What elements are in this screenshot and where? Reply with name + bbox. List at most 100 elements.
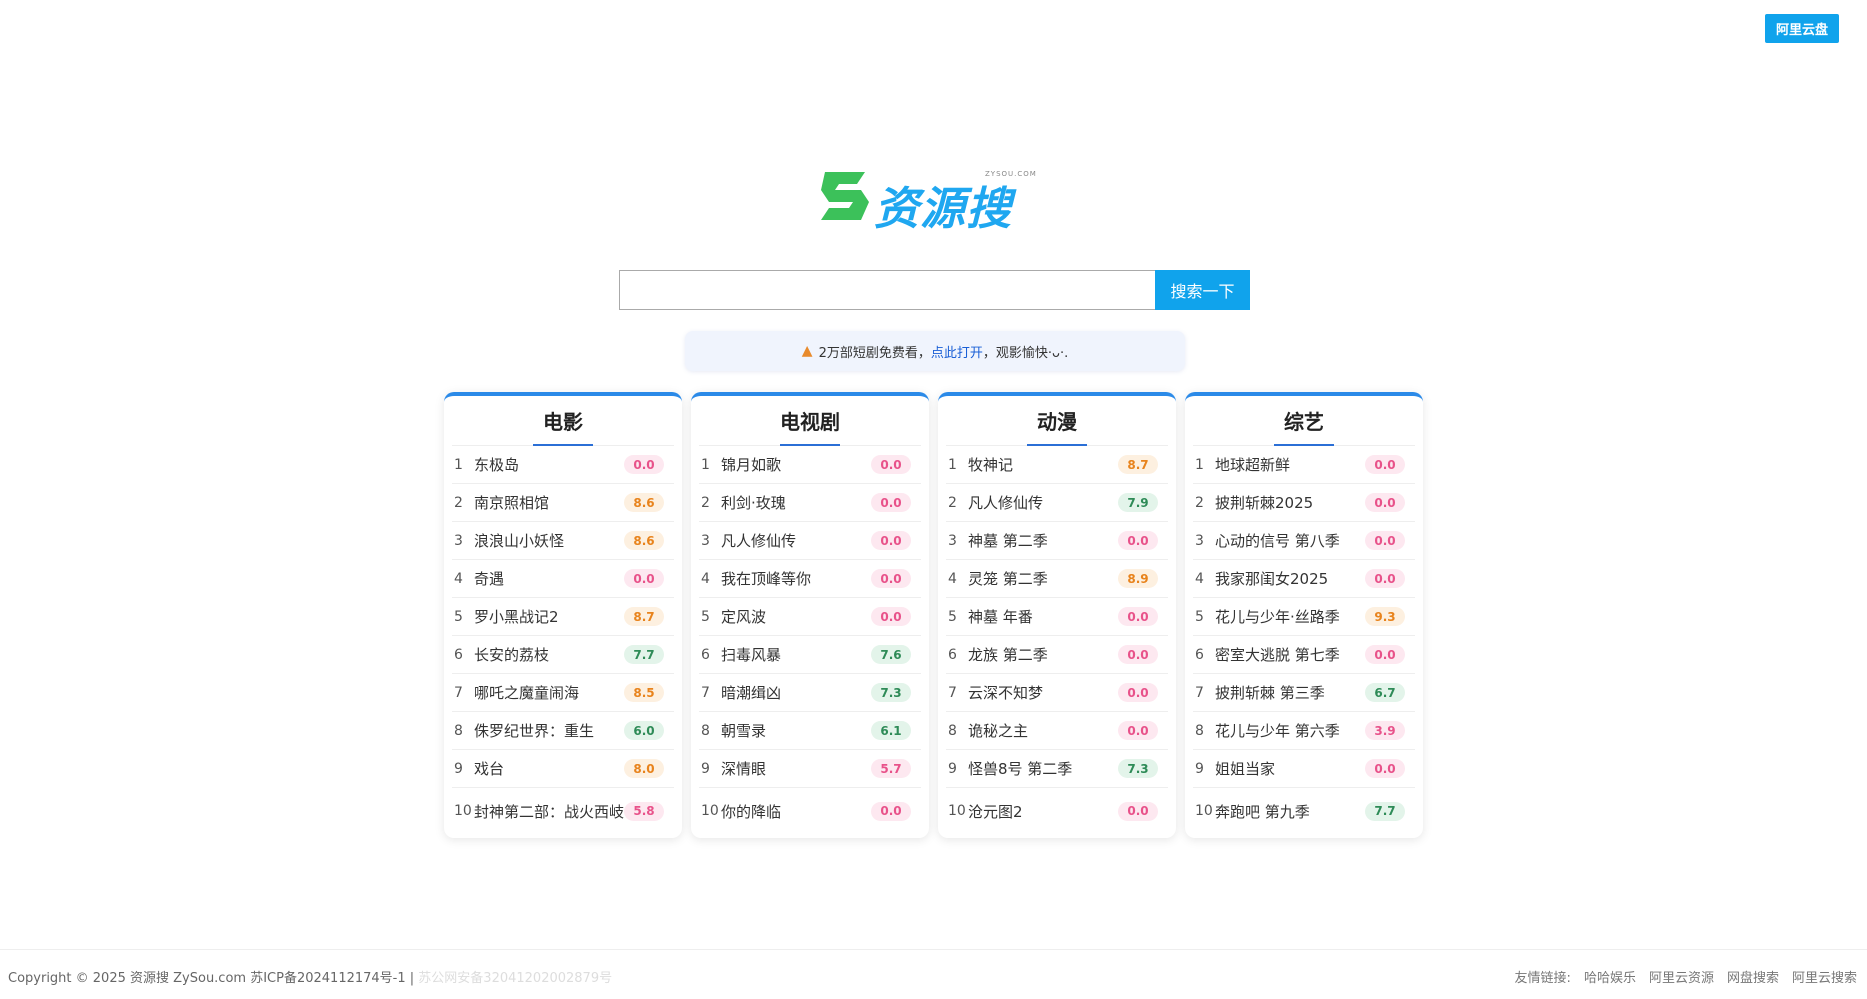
aliyun-drive-button[interactable]: 阿里云盘 — [1764, 14, 1839, 43]
ranking-item[interactable]: 1 牧神记 8.7 — [946, 446, 1168, 484]
ranking-item[interactable]: 9 戏台 8.0 — [452, 750, 674, 788]
item-title[interactable]: 沧元图2 — [968, 801, 1118, 822]
item-title[interactable]: 花儿与少年·丝路季 — [1215, 606, 1365, 627]
item-title[interactable]: 龙族 第二季 — [968, 644, 1118, 665]
search-bar: 搜索一下 — [619, 270, 1250, 310]
item-title[interactable]: 你的降临 — [721, 801, 871, 822]
ranking-item[interactable]: 6 龙族 第二季 0.0 — [946, 636, 1168, 674]
ranking-item[interactable]: 4 灵笼 第二季 8.9 — [946, 560, 1168, 598]
friend-link-aliyun-resource[interactable]: 阿里云资源 — [1649, 967, 1714, 986]
score-badge: 0.0 — [1118, 607, 1158, 626]
friend-link-pan-search[interactable]: 网盘搜索 — [1727, 967, 1779, 986]
ranking-item[interactable]: 2 利剑·玫瑰 0.0 — [699, 484, 921, 522]
item-title[interactable]: 披荆斩棘2025 — [1215, 492, 1365, 513]
ranking-item[interactable]: 4 我家那闺女2025 0.0 — [1193, 560, 1415, 598]
item-title[interactable]: 扫毒风暴 — [721, 644, 871, 665]
rank-number: 9 — [454, 760, 463, 777]
ranking-item[interactable]: 2 披荆斩棘2025 0.0 — [1193, 484, 1415, 522]
ranking-item[interactable]: 9 姐姐当家 0.0 — [1193, 750, 1415, 788]
item-title[interactable]: 罗小黑战记2 — [474, 606, 624, 627]
item-title[interactable]: 我在顶峰等你 — [721, 568, 871, 589]
ranking-item[interactable]: 5 神墓 年番 0.0 — [946, 598, 1168, 636]
item-title[interactable]: 密室大逃脱 第七季 — [1215, 644, 1365, 665]
item-title[interactable]: 灵笼 第二季 — [968, 568, 1118, 589]
item-title[interactable]: 凡人修仙传 — [968, 492, 1118, 513]
score-badge: 0.0 — [871, 493, 911, 512]
item-title[interactable]: 神墓 第二季 — [968, 530, 1118, 551]
ranking-item[interactable]: 7 披荆斩棘 第三季 6.7 — [1193, 674, 1415, 712]
item-title[interactable]: 云深不知梦 — [968, 682, 1118, 703]
item-title[interactable]: 深情眼 — [721, 758, 871, 779]
ranking-item[interactable]: 10 封神第二部：战火西岐 5.8 — [452, 788, 674, 834]
item-title[interactable]: 南京照相馆 — [474, 492, 624, 513]
friend-link-aliyun-search[interactable]: 阿里云搜索 — [1792, 967, 1857, 986]
item-title[interactable]: 暗潮缉凶 — [721, 682, 871, 703]
item-title[interactable]: 哪吒之魔童闹海 — [474, 682, 624, 703]
item-title[interactable]: 凡人修仙传 — [721, 530, 871, 551]
ranking-item[interactable]: 2 凡人修仙传 7.9 — [946, 484, 1168, 522]
ranking-item[interactable]: 6 扫毒风暴 7.6 — [699, 636, 921, 674]
icp-link[interactable]: 苏ICP备2024112174号-1 | — [250, 971, 414, 986]
ranking-item[interactable]: 8 诡秘之主 0.0 — [946, 712, 1168, 750]
site-logo[interactable]: ZYSOU.COM 资源搜 — [817, 168, 1053, 235]
gongan-link[interactable]: 苏公网安备32041202002879号 — [418, 971, 612, 986]
ranking-item[interactable]: 1 东极岛 0.0 — [452, 446, 674, 484]
ranking-item[interactable]: 10 沧元图2 0.0 — [946, 788, 1168, 834]
score-badge: 6.0 — [624, 721, 664, 740]
ranking-item[interactable]: 4 奇遇 0.0 — [452, 560, 674, 598]
item-title[interactable]: 东极岛 — [474, 454, 624, 475]
ranking-item[interactable]: 8 花儿与少年 第六季 3.9 — [1193, 712, 1415, 750]
friend-link-haha[interactable]: 哈哈娱乐 — [1584, 967, 1636, 986]
item-title[interactable]: 花儿与少年 第六季 — [1215, 720, 1365, 741]
item-title[interactable]: 地球超新鲜 — [1215, 454, 1365, 475]
notice-open-link[interactable]: 点此打开 — [931, 342, 983, 361]
item-title[interactable]: 锦月如歌 — [721, 454, 871, 475]
ranking-item[interactable]: 8 朝雪录 6.1 — [699, 712, 921, 750]
footer: Copyright © 2025 资源搜 ZySou.com 苏ICP备2024… — [0, 949, 1867, 999]
item-title[interactable]: 姐姐当家 — [1215, 758, 1365, 779]
item-title[interactable]: 神墓 年番 — [968, 606, 1118, 627]
item-title[interactable]: 牧神记 — [968, 454, 1118, 475]
ranking-item[interactable]: 1 锦月如歌 0.0 — [699, 446, 921, 484]
search-input[interactable] — [619, 270, 1155, 310]
ranking-item[interactable]: 10 奔跑吧 第九季 7.7 — [1193, 788, 1415, 834]
item-title[interactable]: 浪浪山小妖怪 — [474, 530, 624, 551]
item-title[interactable]: 定风波 — [721, 606, 871, 627]
ranking-item[interactable]: 1 地球超新鲜 0.0 — [1193, 446, 1415, 484]
ranking-item[interactable]: 6 密室大逃脱 第七季 0.0 — [1193, 636, 1415, 674]
ranking-item[interactable]: 3 凡人修仙传 0.0 — [699, 522, 921, 560]
search-button[interactable]: 搜索一下 — [1155, 270, 1250, 310]
item-title[interactable]: 戏台 — [474, 758, 624, 779]
ranking-item[interactable]: 8 侏罗纪世界：重生 6.0 — [452, 712, 674, 750]
item-title[interactable]: 奔跑吧 第九季 — [1215, 801, 1365, 822]
item-title[interactable]: 我家那闺女2025 — [1215, 568, 1365, 589]
ranking-item[interactable]: 9 怪兽8号 第二季 7.3 — [946, 750, 1168, 788]
item-title[interactable]: 奇遇 — [474, 568, 624, 589]
ranking-item[interactable]: 10 你的降临 0.0 — [699, 788, 921, 834]
item-title[interactable]: 封神第二部：战火西岐 — [474, 801, 624, 822]
ranking-item[interactable]: 2 南京照相馆 8.6 — [452, 484, 674, 522]
ranking-item[interactable]: 5 定风波 0.0 — [699, 598, 921, 636]
ranking-item[interactable]: 3 神墓 第二季 0.0 — [946, 522, 1168, 560]
ranking-item[interactable]: 6 长安的荔枝 7.7 — [452, 636, 674, 674]
item-title[interactable]: 利剑·玫瑰 — [721, 492, 871, 513]
score-badge: 8.7 — [624, 607, 664, 626]
item-title[interactable]: 朝雪录 — [721, 720, 871, 741]
item-title[interactable]: 侏罗纪世界：重生 — [474, 720, 624, 741]
megaphone-icon: ▲ — [801, 343, 813, 359]
ranking-item[interactable]: 3 心动的信号 第八季 0.0 — [1193, 522, 1415, 560]
ranking-item[interactable]: 3 浪浪山小妖怪 8.6 — [452, 522, 674, 560]
item-title[interactable]: 心动的信号 第八季 — [1215, 530, 1365, 551]
ranking-item[interactable]: 5 花儿与少年·丝路季 9.3 — [1193, 598, 1415, 636]
item-title[interactable]: 长安的荔枝 — [474, 644, 624, 665]
ranking-item[interactable]: 4 我在顶峰等你 0.0 — [699, 560, 921, 598]
item-title[interactable]: 诡秘之主 — [968, 720, 1118, 741]
item-title[interactable]: 披荆斩棘 第三季 — [1215, 682, 1365, 703]
ranking-item[interactable]: 9 深情眼 5.7 — [699, 750, 921, 788]
ranking-item[interactable]: 7 哪吒之魔童闹海 8.5 — [452, 674, 674, 712]
ranking-item[interactable]: 7 云深不知梦 0.0 — [946, 674, 1168, 712]
score-badge: 0.0 — [1365, 455, 1405, 474]
item-title[interactable]: 怪兽8号 第二季 — [968, 758, 1118, 779]
ranking-item[interactable]: 7 暗潮缉凶 7.3 — [699, 674, 921, 712]
ranking-item[interactable]: 5 罗小黑战记2 8.7 — [452, 598, 674, 636]
